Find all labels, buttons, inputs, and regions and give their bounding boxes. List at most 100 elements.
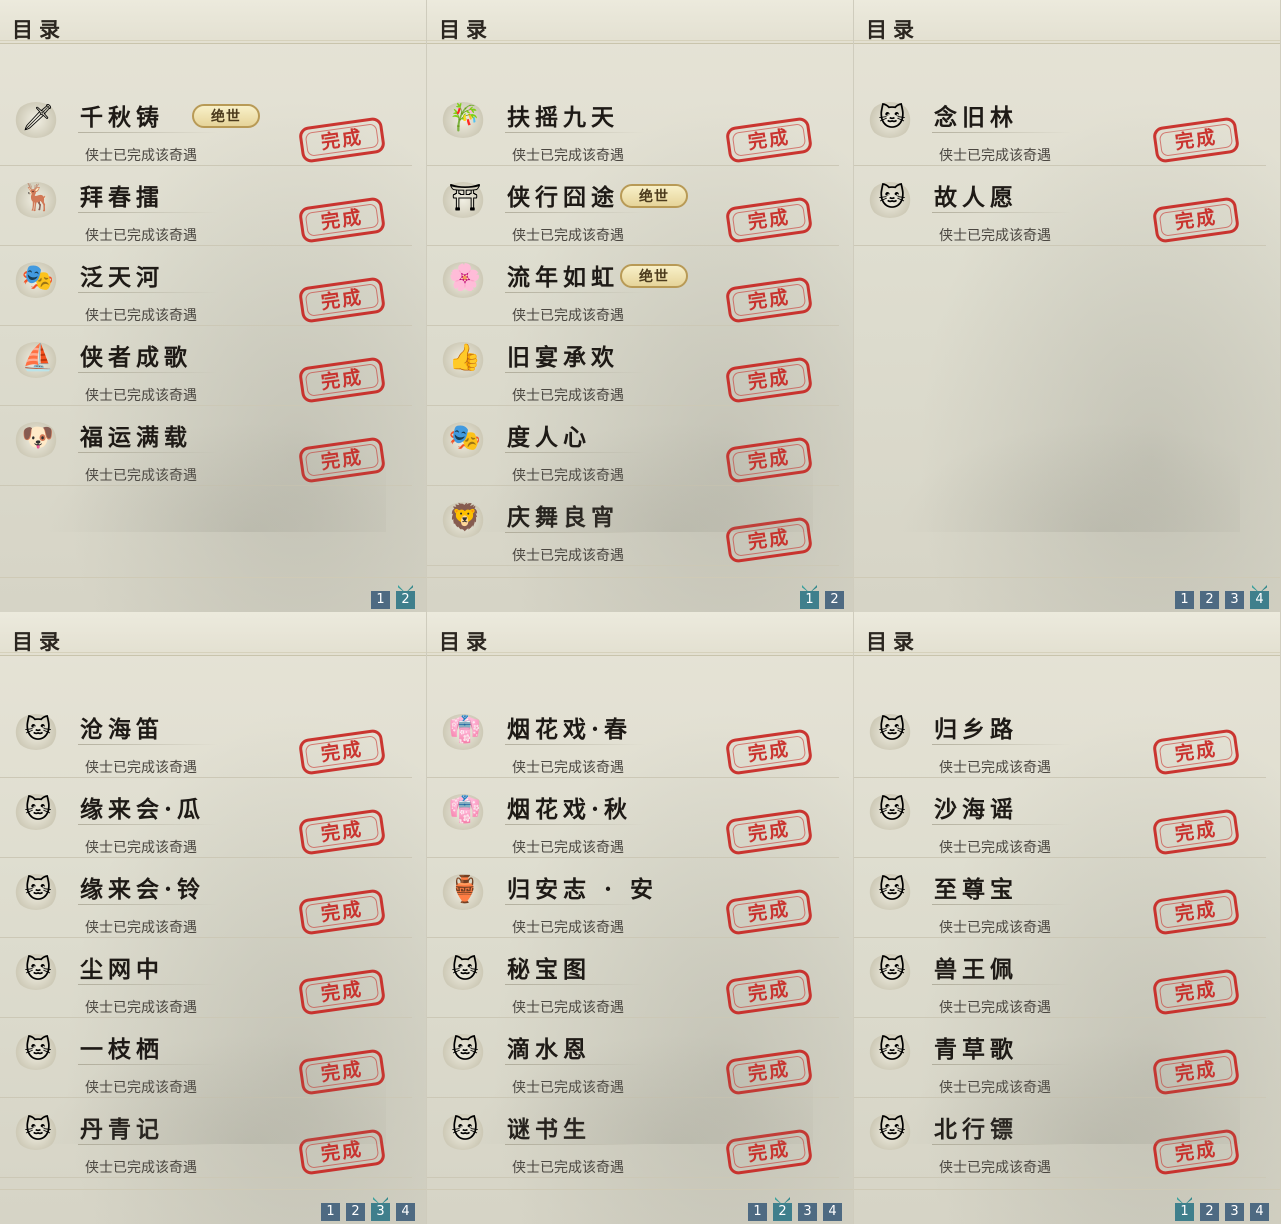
completed-stamp: 完成	[1151, 116, 1241, 164]
adventure-entry[interactable]: 🐱 至尊宝 侠士已完成该奇遇 完成	[854, 858, 1266, 938]
adventure-entry[interactable]: 🦌 拜春擂 侠士已完成该奇遇 完成	[0, 166, 412, 246]
pavilion-icon: ⛩	[448, 183, 482, 213]
page-button-3[interactable]: 3	[798, 1203, 817, 1221]
adventure-entry[interactable]: 🎭 度人心 侠士已完成该奇遇 完成	[427, 406, 839, 486]
completed-stamp: 完成	[724, 116, 814, 164]
page-button-4[interactable]: 4	[1250, 1203, 1269, 1221]
name-underline	[78, 452, 218, 453]
completion-status: 侠士已完成该奇遇	[85, 1000, 197, 1016]
name-underline	[78, 132, 218, 133]
panel-header: 目录	[0, 612, 426, 656]
white-mask-icon: 🎭	[448, 423, 482, 453]
adventure-icon: 👘	[441, 788, 487, 834]
page-button-1[interactable]: 1	[371, 591, 390, 609]
adventure-icon: 🐱	[868, 788, 914, 834]
adventure-entry[interactable]: 🎋 扶摇九天 侠士已完成该奇遇 完成	[427, 86, 839, 166]
name-underline	[78, 744, 218, 745]
name-underline	[78, 1144, 218, 1145]
adventure-name: 沧海笛	[80, 716, 164, 743]
adventure-entry[interactable]: 🗡 千秋铸 绝世 侠士已完成该奇遇 完成	[0, 86, 412, 166]
adventure-entry[interactable]: 🐱 尘网中 侠士已完成该奇遇 完成	[0, 938, 412, 1018]
adventure-icon: 🐱	[868, 96, 914, 142]
adventure-entry[interactable]: 🐱 谜书生 侠士已完成该奇遇 完成	[427, 1098, 839, 1178]
page-button-2[interactable]: 2	[825, 591, 844, 609]
footer-divider	[427, 1189, 853, 1190]
page-button-2[interactable]: 2	[396, 591, 415, 609]
adventure-entry[interactable]: 🎭 泛天河 侠士已完成该奇遇 完成	[0, 246, 412, 326]
catalog-panel: 目录 👘 烟花戏·春 侠士已完成该奇遇 完成 👘 烟花戏·秋 侠士已完成该奇遇 完成 🏺 归安志 ·…	[427, 612, 854, 1224]
adventure-name: 沙海谣	[934, 796, 1018, 823]
page-button-1[interactable]: 1	[800, 591, 819, 609]
page-button-3[interactable]: 3	[371, 1203, 390, 1221]
panel-header: 目录	[427, 612, 853, 656]
golden-statue-icon: 🏺	[448, 875, 482, 905]
adventure-icon: ⛵	[14, 336, 60, 382]
adventure-entry[interactable]: 🐱 滴水恩 侠士已完成该奇遇 完成	[427, 1018, 839, 1098]
adventure-icon: 🐱	[14, 948, 60, 994]
completed-stamp: 完成	[297, 808, 387, 856]
adventure-icon: 🦁	[441, 496, 487, 542]
adventure-entry[interactable]: 🌸 流年如虹 绝世 侠士已完成该奇遇 完成	[427, 246, 839, 326]
page-button-3[interactable]: 3	[1225, 1203, 1244, 1221]
footer-divider	[854, 577, 1280, 578]
adventure-name: 流年如虹	[507, 264, 619, 291]
page-button-1[interactable]: 1	[321, 1203, 340, 1221]
adventure-entry[interactable]: 🐱 故人愿 侠士已完成该奇遇 完成	[854, 166, 1266, 246]
adventure-entry[interactable]: 👘 烟花戏·秋 侠士已完成该奇遇 完成	[427, 778, 839, 858]
adventure-entry[interactable]: 🐱 丹青记 侠士已完成该奇遇 完成	[0, 1098, 412, 1178]
adventure-name: 丹青记	[80, 1116, 164, 1143]
completion-status: 侠士已完成该奇遇	[512, 148, 624, 164]
adventure-entry[interactable]: ⛩ 侠行囧途 绝世 侠士已完成该奇遇 完成	[427, 166, 839, 246]
adventure-entry[interactable]: ⛵ 侠者成歌 侠士已完成该奇遇 完成	[0, 326, 412, 406]
header-divider	[0, 652, 426, 653]
name-underline	[505, 212, 645, 213]
adventure-entry[interactable]: 🐶 福运满载 侠士已完成该奇遇 完成	[0, 406, 412, 486]
adventure-entry[interactable]: 🐱 沧海笛 侠士已完成该奇遇 完成	[0, 698, 412, 778]
adventure-entry[interactable]: 🐱 沙海谣 侠士已完成该奇遇 完成	[854, 778, 1266, 858]
adventure-entry[interactable]: 🏺 归安志 · 安侠士已完成该奇遇 完成	[427, 858, 839, 938]
adventure-entry[interactable]: 🐱 兽王佩 侠士已完成该奇遇 完成	[854, 938, 1266, 1018]
header-divider	[854, 652, 1280, 653]
completion-status: 侠士已完成该奇遇	[512, 308, 624, 324]
page-button-1[interactable]: 1	[748, 1203, 767, 1221]
catalog-panel: 目录 🐱 归乡路 侠士已完成该奇遇 完成 🐱 沙海谣 侠士已完成该奇遇 完成 🐱 至尊宝 侠士已完成该…	[854, 612, 1281, 1224]
page-button-2[interactable]: 2	[773, 1203, 792, 1221]
adventure-entry[interactable]: 🐱 缘来会·铃 侠士已完成该奇遇 完成	[0, 858, 412, 938]
adventure-entry[interactable]: 👘 烟花戏·春 侠士已完成该奇遇 完成	[427, 698, 839, 778]
rarity-badge: 绝世	[192, 104, 260, 128]
completion-status: 侠士已完成该奇遇	[512, 760, 624, 776]
adventure-entry[interactable]: 🐱 一枝栖 侠士已完成该奇遇 完成	[0, 1018, 412, 1098]
completed-stamp: 完成	[297, 888, 387, 936]
panel-header: 目录	[427, 0, 853, 44]
page-button-2[interactable]: 2	[346, 1203, 365, 1221]
header-divider	[854, 40, 1280, 41]
completion-status: 侠士已完成该奇遇	[939, 840, 1051, 856]
adventure-name: 福运满载	[80, 424, 192, 451]
page-button-3[interactable]: 3	[1225, 591, 1244, 609]
page-button-2[interactable]: 2	[1200, 1203, 1219, 1221]
adventure-entry[interactable]: 🐱 念旧林 侠士已完成该奇遇 完成	[854, 86, 1266, 166]
adventure-entry[interactable]: 🐱 秘宝图 侠士已完成该奇遇 完成	[427, 938, 839, 1018]
adventure-entry[interactable]: 🐱 缘来会·瓜 侠士已完成该奇遇 完成	[0, 778, 412, 858]
name-underline	[78, 984, 218, 985]
page-button-4[interactable]: 4	[823, 1203, 842, 1221]
name-underline	[505, 744, 645, 745]
adventure-entry[interactable]: 👍 旧宴承欢 侠士已完成该奇遇 完成	[427, 326, 839, 406]
page-button-2[interactable]: 2	[1200, 591, 1219, 609]
adventure-entry[interactable]: 🐱 归乡路 侠士已完成该奇遇 完成	[854, 698, 1266, 778]
page-button-4[interactable]: 4	[1250, 591, 1269, 609]
completion-status: 侠士已完成该奇遇	[939, 1160, 1051, 1176]
rarity-badge: 绝世	[620, 184, 688, 208]
completion-status: 侠士已完成该奇遇	[85, 840, 197, 856]
name-underline	[505, 824, 645, 825]
adventure-name: 青草歌	[934, 1036, 1018, 1063]
adventure-icon: 🐱	[441, 948, 487, 994]
page-button-1[interactable]: 1	[1175, 1203, 1194, 1221]
name-underline	[505, 452, 645, 453]
page-button-1[interactable]: 1	[1175, 591, 1194, 609]
page-button-4[interactable]: 4	[396, 1203, 415, 1221]
adventure-entry[interactable]: 🐱 青草歌 侠士已完成该奇遇 完成	[854, 1018, 1266, 1098]
completed-stamp: 完成	[724, 276, 814, 324]
adventure-entry[interactable]: 🐱 北行镖 侠士已完成该奇遇 完成	[854, 1098, 1266, 1178]
adventure-entry[interactable]: 🦁 庆舞良宵 侠士已完成该奇遇 完成	[427, 486, 839, 566]
